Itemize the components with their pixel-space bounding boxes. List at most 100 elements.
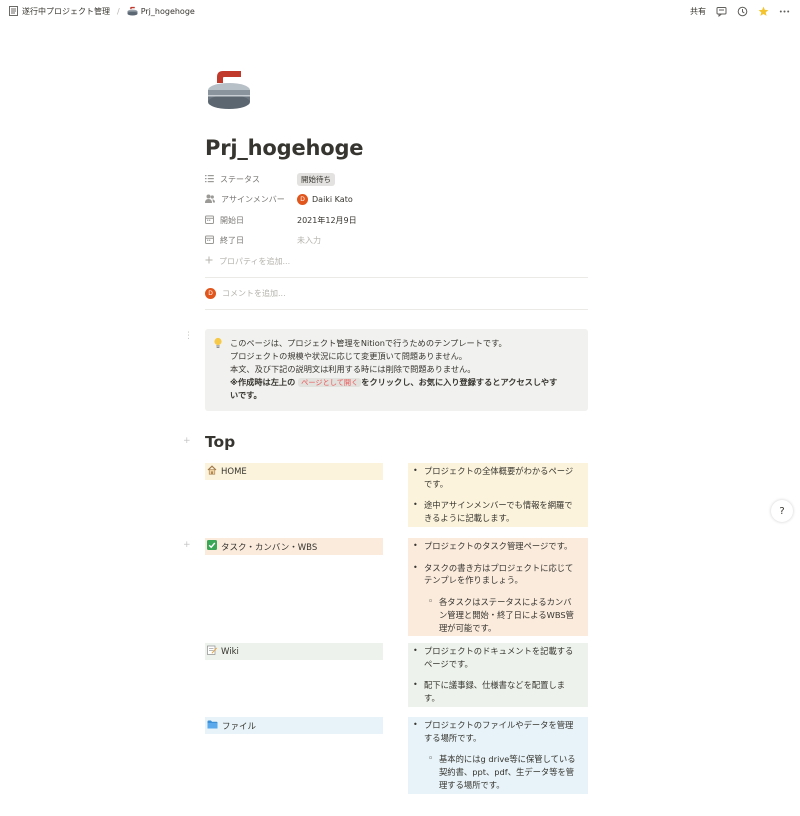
list-item[interactable]: • 途中アサインメンバーでも情報を網羅で きるように記載します。 [408,497,588,527]
plus-icon [205,256,213,266]
list-item[interactable]: • プロジェクトのタスク管理ページです。 [408,538,588,555]
list-item-text: 理する場所です。 [439,779,505,790]
lightbulb-icon [213,337,224,402]
breadcrumb-parent[interactable]: 遂行中プロジェクト管理 [6,5,112,18]
list-item-text: 配下に議事録、仕様書などを配置しま [424,680,566,691]
drag-handle-icon[interactable]: ⋮ [184,331,193,341]
list-item-text: プロジェクトのタスク管理ページです。 [424,541,573,551]
calendar-icon [205,215,214,226]
add-property-label: プロパティを追加... [219,256,291,266]
list-item-text: 基本的にはg drive等に保管している [439,754,576,765]
tasks-link[interactable]: タスク・カンバン・WBS [205,538,383,555]
section-bullets: • プロジェクトのドキュメントを記載する ページです。 • 配下に議事録、仕様書などを… [408,643,588,707]
add-block-handle[interactable]: + [183,540,191,550]
check-icon [207,540,217,553]
section-label: Wiki [221,646,239,657]
breadcrumb-current-label: Prj_hogehoge [140,6,195,16]
start-date-value[interactable]: 2021年12月9日 [297,215,357,226]
property-end-date[interactable]: 終了日 未入力 [205,231,588,252]
list-item-text: プロジェクトのドキュメントを記載する [424,646,574,656]
section-bullets: • プロジェクトのファイルやデータを管理 する場所です。 ◦ 基本的にはg drive… [408,717,588,794]
list-item-text: 契約書、ppt、pdf、生データ等を管 [439,767,575,778]
bullet-dot: • [413,466,418,475]
property-key-label: アサインメンバー [221,195,285,205]
property-key-label: ステータス [220,174,260,184]
section-heading[interactable]: Top [205,433,588,455]
list-item-text: きるように記載します。 [424,513,515,524]
section-label: タスク・カンバン・WBS [221,542,318,553]
more-icon[interactable] [779,6,790,17]
section-label: HOME [221,466,247,477]
callout-line: このページは、プロジェクト管理をNitionで行うためのテンプレートです。 [230,338,507,348]
property-value: 未入力 [297,235,321,246]
bullet-dot: • [413,680,418,690]
list-icon [205,174,214,185]
list-item-text: す。 [424,693,440,704]
comment-input[interactable]: D コメントを追加... [205,278,588,309]
bullet-dot: • [413,720,418,729]
property-start-date[interactable]: 開始日 2021年12月9日 [205,210,588,231]
comment-icon[interactable] [716,6,727,17]
breadcrumb: 遂行中プロジェクト管理 / Prj_hogehoge [6,5,197,18]
list-item-text: です。 [424,478,449,489]
files-link[interactable]: ファイル [205,717,383,734]
breadcrumb-separator: / [117,6,120,16]
breadcrumb-current[interactable]: Prj_hogehoge [125,5,197,18]
property-key-label: 終了日 [220,236,244,246]
list-item-text: 各タスクはステータスによるカンバ [439,597,572,608]
history-icon[interactable] [737,6,748,17]
curling-stone-icon [127,6,138,17]
top-bar: 遂行中プロジェクト管理 / Prj_hogehoge 共有 [0,0,800,22]
property-key-label: 開始日 [220,215,244,225]
wiki-link[interactable]: Wiki [205,643,383,660]
avatar: D [205,288,216,299]
page-doc-icon [8,6,19,17]
list-item-text: 理が可能です。 [439,622,497,633]
favorite-star-icon[interactable] [758,6,769,17]
share-button[interactable]: 共有 [690,6,706,17]
list-item[interactable]: • タスクの書き方はプロジェクトに応じて テンプレを作りましょう。 [408,559,588,590]
callout-bold-suffix: をクリックし、お気に入り登録するとアクセスしやす [361,377,558,387]
property-key: ステータス [205,174,297,185]
list-item[interactable]: • 配下に議事録、仕様書などを配置しま す。 [408,677,588,707]
page-title[interactable]: Prj_hogehoge [205,136,588,160]
section-label: ファイル [222,721,257,732]
add-block-handle[interactable]: + [183,436,191,446]
calendar-icon [205,235,214,246]
list-item[interactable]: • プロジェクトのファイルやデータを管理 する場所です。 [408,717,588,747]
bullet-circle: ◦ [428,754,434,765]
callout-line: 本文、及び下記の説明文は利用する時には削除で問題ありません。 [230,364,476,374]
home-link[interactable]: HOME [205,463,383,480]
bullet-dot: • [413,562,418,572]
list-item-text: テンプレを作りましょう。 [424,575,523,586]
inline-code: ページとして開く [298,378,362,387]
list-item-text: プロジェクトのファイルやデータを管理 [424,720,574,730]
sub-list-item[interactable]: ◦ 基本的にはg drive等に保管している 契約書、ppt、pdf、生データ等を管… [408,751,588,794]
callout[interactable]: このページは、プロジェクト管理をNitionで行うためのテンプレートです。 プロ… [205,329,588,411]
list-item[interactable]: • プロジェクトの全体概要がわかるページ です。 [408,463,588,493]
comment-placeholder: コメントを追加... [222,289,286,298]
bullet-circle: ◦ [428,597,434,608]
property-assignee[interactable]: アサインメンバー D Daiki Kato [205,190,588,211]
list-item-text: ページです。 [424,658,473,669]
callout-bold-prefix: ※作成時は左上の [230,377,296,387]
list-item[interactable]: • プロジェクトのドキュメントを記載する ページです。 [408,643,588,673]
help-button[interactable]: ? [771,500,793,522]
property-status[interactable]: ステータス 開始待ち [205,169,588,190]
curling-stone-icon[interactable] [205,68,253,116]
sub-list-item[interactable]: ◦ 各タスクはステータスによるカンバ ン管理と開始・終了日によるWBS管 理が可能です… [408,594,588,637]
list-item-text: タスクの書き方はプロジェクトに応じて [424,562,574,573]
status-tag[interactable]: 開始待ち [297,172,335,186]
property-key: 開始日 [205,215,297,226]
property-key: アサインメンバー [205,194,297,205]
list-item-text: プロジェクトの全体概要がわかるページ [424,466,574,476]
properties: ステータス 開始待ち アサインメンバー D Daiki Kato 開始日 202… [205,169,588,271]
end-date-value[interactable]: 未入力 [297,235,321,246]
people-icon [205,194,215,205]
list-item-text: ン管理と開始・終了日によるWBS管 [439,609,574,620]
list-item-text: する場所です。 [424,732,482,743]
assignee-name[interactable]: Daiki Kato [312,195,353,204]
callout-bold-line: いです。 [230,390,262,400]
add-property-button[interactable]: プロパティを追加... [205,251,588,271]
property-value: 開始待ち [297,172,335,186]
